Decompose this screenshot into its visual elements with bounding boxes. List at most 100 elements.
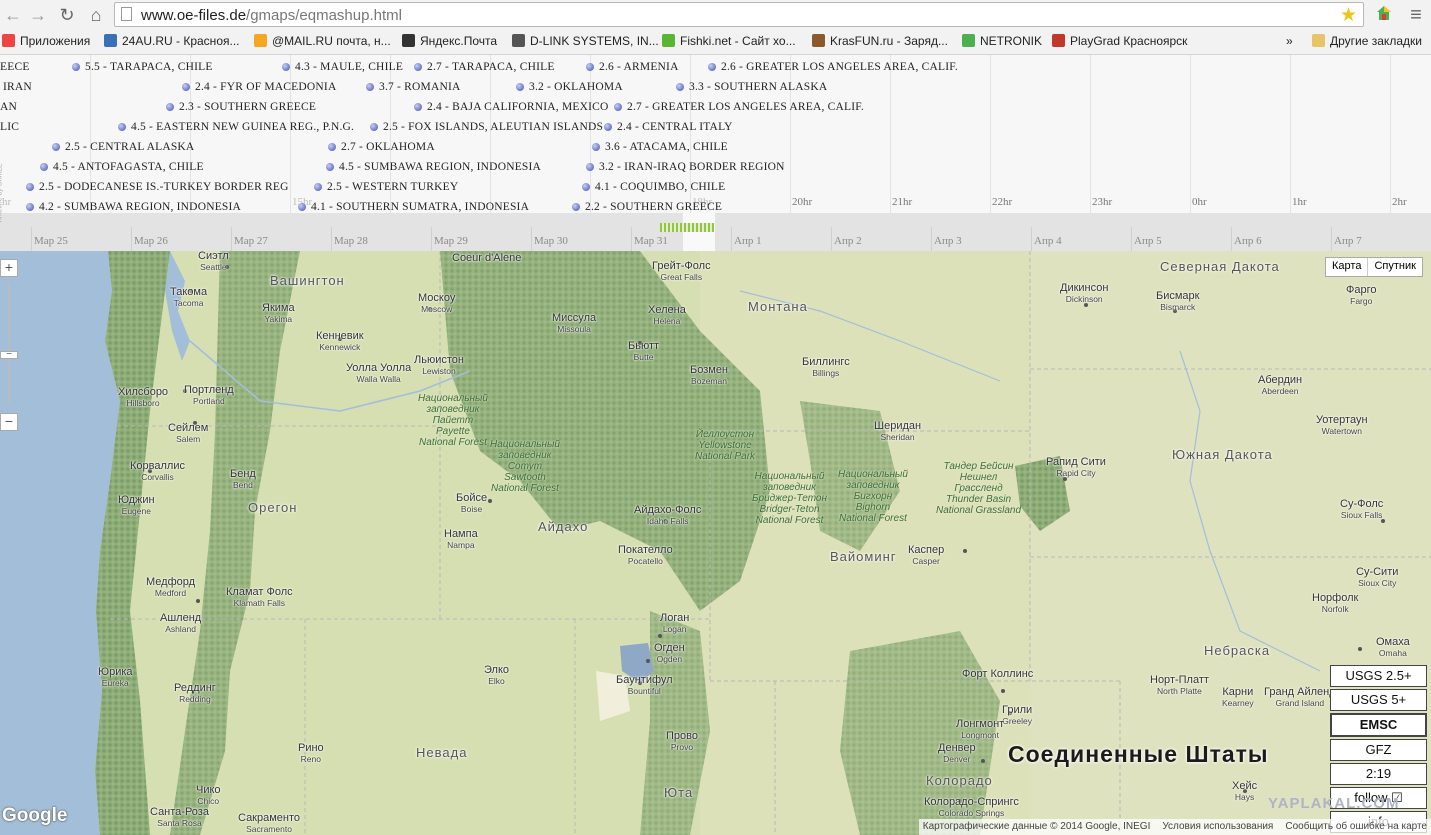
map-type-map-button[interactable]: Карта (1326, 258, 1367, 276)
timeline-event[interactable]: 3.3 - SOUTHERN ALASKA (676, 78, 827, 96)
city-name-en: Bismarck (1160, 302, 1196, 312)
timeline-event[interactable]: IRAN (3, 78, 32, 96)
bookmark-star-icon[interactable]: ★ (1340, 4, 1357, 27)
city-name-ru: Юджин (118, 494, 155, 506)
bookmark-item[interactable]: Яндекс.Почта (402, 34, 497, 48)
map-type-satellite-button[interactable]: Спутник (1367, 258, 1421, 276)
timeline-event[interactable]: 4.1 - COQUIMBO, CHILE (582, 178, 725, 196)
event-label: 2.7 - OKLAHOMA (341, 141, 435, 153)
timeline-event[interactable]: 2.6 - ARMENIA (586, 58, 679, 76)
bookmark-item[interactable]: NETRONIK (962, 34, 1042, 48)
timeline-date-band[interactable]: Мар 25 Мар 26 Мар 27 Мар 28 Мар 29 Мар 30 Мар … (0, 213, 1431, 251)
timeline-event[interactable]: 2.7 - GREATER LOS ANGELES AREA, CALIF. (614, 98, 864, 116)
timeline-event[interactable]: 4.5 - EASTERN NEW GUINEA REG., P.N.G. (118, 118, 354, 136)
timeline-event[interactable]: AN (0, 98, 17, 116)
city-label: Льюистон Lewiston (414, 355, 464, 377)
timeline-event[interactable]: 2.5 - DODECANESE IS.-TURKEY BORDER REG (26, 178, 289, 196)
event-label: 4.3 - MAULE, CHILE (295, 61, 404, 73)
extension-icon[interactable] (1374, 4, 1394, 26)
timeline-event[interactable]: 2.5 - CENTRAL ALASKA (52, 138, 194, 156)
city-name-en: Bountiful (627, 686, 661, 696)
timeline-date-label: Мар 28 (334, 235, 368, 247)
city-name-ru: Нампа (444, 528, 478, 540)
timeline-event[interactable]: 2.4 - CENTRAL ITALY (604, 118, 733, 136)
map-credits: Картографические данные © 2014 Google, I… (918, 819, 1431, 835)
city-name-ru: Абердин (1258, 374, 1303, 386)
event-label: LIC (0, 121, 20, 133)
city-label: Рино Reno (298, 743, 324, 765)
menu-icon[interactable]: ≡ (1405, 4, 1427, 26)
timeline-event[interactable]: 2.7 - OKLAHOMA (328, 138, 435, 156)
city-label: Рапид Сити Rapid City (1046, 457, 1106, 479)
map[interactable]: Вашингтон Монтана Северная Дакота Орегон Айд… (0, 251, 1431, 835)
back-icon[interactable]: ← (2, 4, 24, 26)
timeline-event[interactable]: 2.4 - BAJA CALIFORNIA, MEXICO (414, 98, 609, 116)
timeline-event[interactable]: 3.2 - IRAN-IRAQ BORDER REGION (586, 158, 785, 176)
earthquake-timeline[interactable]: 20hr 21hr 22hr 23hr 0hr 1hr 2hr hr 15hr 18hr EECE 5… (0, 55, 1431, 213)
zoom-out-button[interactable]: − (0, 413, 18, 431)
city-name-en: Santa Rosa (157, 818, 202, 828)
report-error-link[interactable]: Сообщить об ошибке на карте (1285, 819, 1427, 835)
more-bookmarks-button[interactable]: » (1286, 34, 1293, 48)
timeline-event[interactable]: 2.5 - WESTERN TURKEY (314, 178, 458, 196)
timeline-event[interactable]: 2.2 - SOUTHERN GREECE (572, 198, 722, 213)
timeline-event[interactable]: 2.4 - FYR OF MACEDONIA (182, 78, 336, 96)
timeline-event[interactable]: 4.5 - ANTOFAGASTA, CHILE (40, 158, 204, 176)
timeline-event[interactable]: 3.6 - ATACAMA, CHILE (592, 138, 728, 156)
event-marker-icon (572, 203, 580, 211)
bookmark-item[interactable]: Fishki.net - Сайт хо... (662, 34, 796, 48)
timeline-event[interactable]: 4.2 - SUMBAWA REGION, INDONESIA (26, 198, 241, 213)
bookmark-item[interactable]: 24AU.RU - Красноя... (104, 34, 240, 48)
city-label: Биллингс Billings (802, 357, 850, 379)
terms-link[interactable]: Условия использования (1162, 819, 1273, 835)
zoom-slider[interactable] (8, 283, 10, 403)
event-label: 4.5 - SUMBAWA REGION, INDONESIA (339, 161, 542, 173)
timeline-gridline (1290, 55, 1291, 213)
city-name-en: Reno (300, 754, 321, 764)
address-bar[interactable]: www.oe-files.de/gmaps/eqmashup.html ★ (114, 2, 1364, 27)
reload-icon[interactable]: ↻ (56, 4, 78, 26)
city-name-ru: Бозмен (690, 364, 729, 376)
timeline-event[interactable]: EECE (0, 58, 30, 76)
city-name-en: Boise (460, 504, 483, 514)
home-icon[interactable]: ⌂ (85, 4, 107, 26)
timeline-event[interactable]: 3.7 - ROMANIA (366, 78, 461, 96)
bookmark-item[interactable]: KrasFUN.ru - Заряд... (812, 34, 948, 48)
usgs-25-button[interactable]: USGS 2.5+ (1330, 665, 1427, 687)
bookmark-item[interactable]: D-LINK SYSTEMS, IN... (512, 34, 659, 48)
other-bookmarks-folder[interactable]: Другие закладки (1312, 34, 1422, 48)
date-tick (31, 227, 32, 251)
city-label: Кенневик Kennewick (316, 331, 364, 353)
timeline-date-label: Апр 4 (1034, 235, 1062, 247)
zoom-slider-handle[interactable]: − (0, 350, 18, 360)
city-label: Айдахо-Фолс Idaho Falls (634, 505, 701, 527)
timeline-event[interactable]: 4.1 - SOUTHERN SUMATRA, INDONESIA (298, 198, 529, 213)
timeline-event[interactable]: 2.3 - SOUTHERN GREECE (166, 98, 316, 116)
city-label: Корваллис Corvallis (130, 461, 185, 483)
bookmark-item[interactable]: Приложения (2, 34, 90, 48)
city-label: Су-Фолс Sioux Falls (1340, 499, 1383, 521)
timeline-event[interactable]: LIC (0, 118, 19, 136)
timeline-gridline (990, 55, 991, 213)
timeline-event[interactable]: 2.5 - FOX ISLANDS, ALEUTIAN ISLANDS (370, 118, 603, 136)
timeline-event[interactable]: 5.5 - TARAPACA, CHILE (72, 58, 213, 76)
event-label: 2.7 - GREATER LOS ANGELES AREA, CALIF. (627, 101, 865, 113)
timeline-event[interactable]: 2.6 - GREATER LOS ANGELES AREA, CALIF. (708, 58, 958, 76)
usgs-5-button[interactable]: USGS 5+ (1330, 689, 1427, 711)
event-label: 4.5 - EASTERN NEW GUINEA REG., P.N.G. (131, 121, 355, 133)
zoom-in-button[interactable]: + (0, 259, 18, 277)
event-marker-icon (166, 103, 174, 111)
timeline-event[interactable]: 4.5 - SUMBAWA REGION, INDONESIA (326, 158, 541, 176)
event-label: 3.7 - ROMANIA (379, 81, 461, 93)
bookmark-item[interactable]: PlayGrad Красноярск (1052, 34, 1187, 48)
state-label: Невада (416, 745, 468, 760)
bookmark-item[interactable]: @MAIL.RU почта, н... (254, 34, 391, 48)
timeline-event[interactable]: 4.3 - MAULE, CHILE (282, 58, 403, 76)
emsc-button[interactable]: EMSC (1330, 713, 1427, 737)
timeline-event[interactable]: 2.7 - TARAPACA, CHILE (414, 58, 555, 76)
forward-icon[interactable]: → (27, 4, 49, 26)
gfz-button[interactable]: GFZ (1330, 739, 1427, 761)
city-label: Бисмарк Bismarck (1156, 291, 1199, 313)
timeline-event[interactable]: 3.2 - OKLAHOMA (516, 78, 623, 96)
city-name-en: Idaho Falls (646, 516, 689, 526)
